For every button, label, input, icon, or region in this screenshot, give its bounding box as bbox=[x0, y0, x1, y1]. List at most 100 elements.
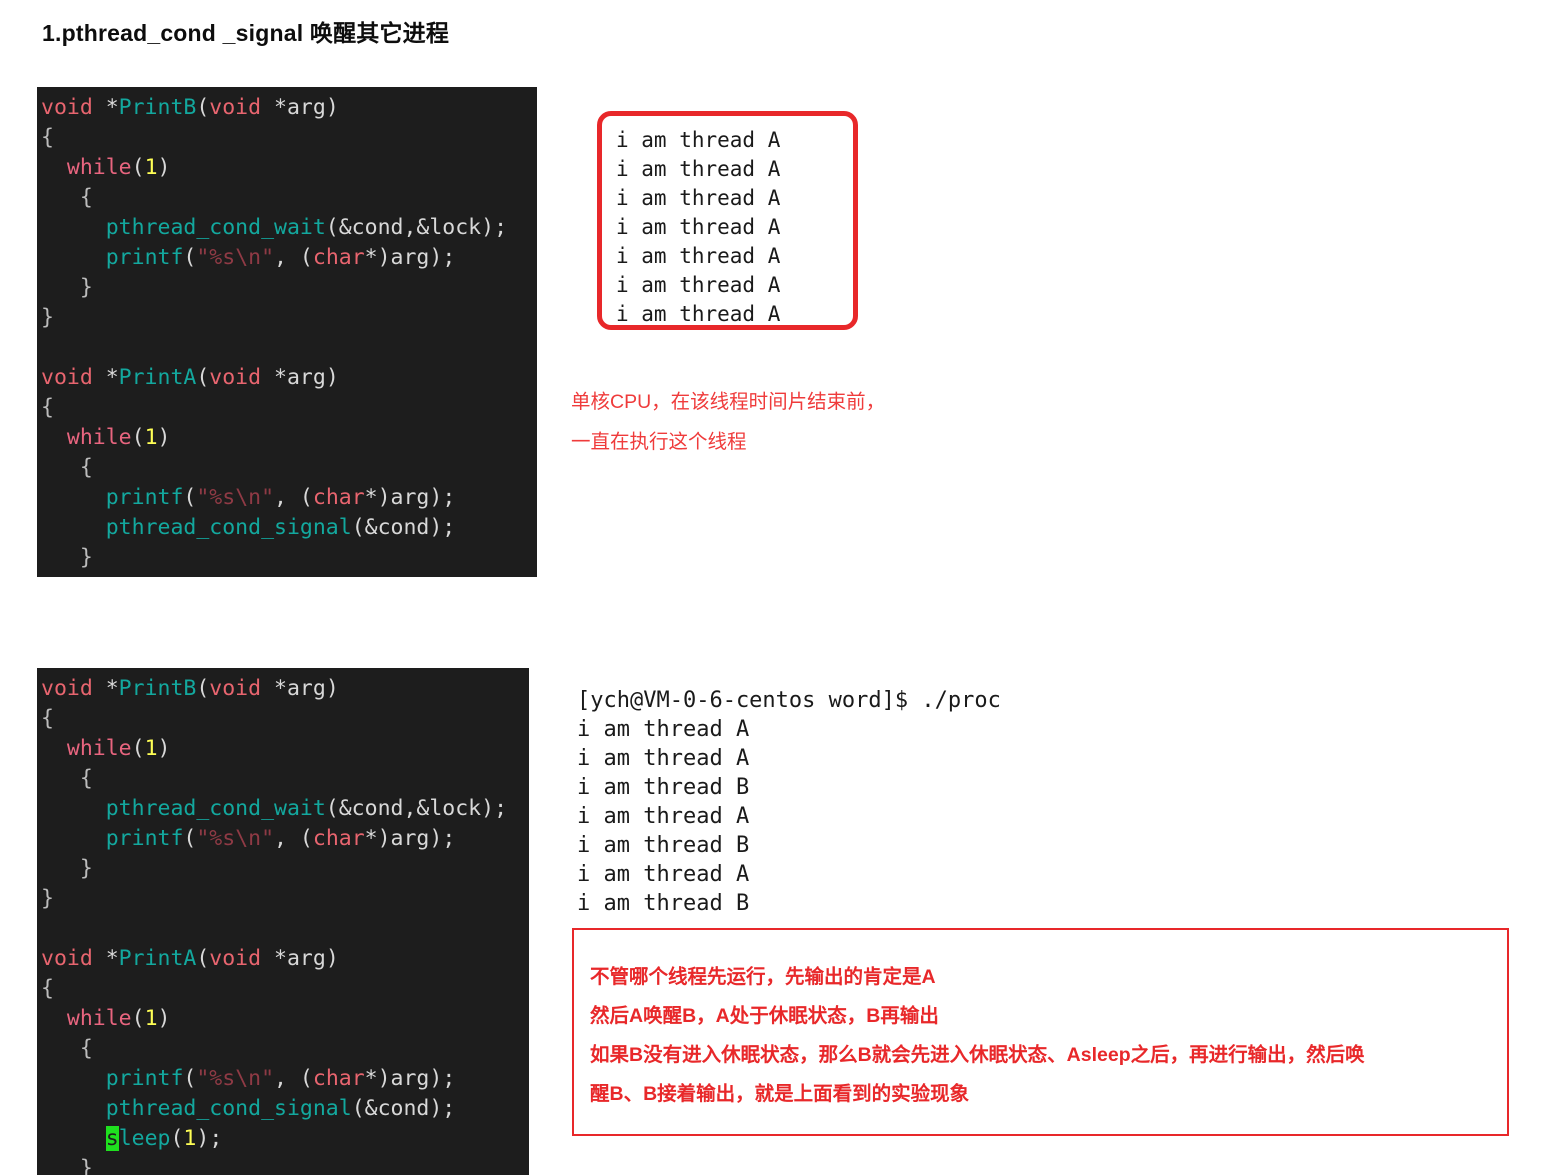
code-line[interactable]: } bbox=[37, 1154, 529, 1175]
code-token: , ( bbox=[274, 1066, 313, 1091]
code-line[interactable]: while(1) bbox=[37, 1004, 529, 1034]
code-token: * bbox=[92, 676, 119, 701]
code-token: "%s\n" bbox=[196, 1066, 275, 1091]
code-token: } bbox=[41, 575, 54, 577]
code-token: ) bbox=[157, 1006, 171, 1031]
code-token: } bbox=[79, 275, 93, 300]
terminal-prompt-line: [ych@VM-0-6-centos word]$ ./proc bbox=[577, 688, 1001, 713]
output-line: i am thread A bbox=[616, 186, 781, 210]
code-line[interactable]: while(1) bbox=[37, 153, 537, 183]
code-line[interactable]: pthread_cond_signal(&cond); bbox=[37, 513, 537, 543]
code-line[interactable]: void *PrintB(void *arg) bbox=[37, 93, 537, 123]
code-line[interactable]: { bbox=[37, 183, 537, 213]
code-line[interactable]: { bbox=[37, 393, 537, 423]
code-line[interactable]: printf("%s\n", (char*)arg); bbox=[37, 243, 537, 273]
code-line[interactable]: } bbox=[37, 573, 537, 577]
terminal-line: i am thread B bbox=[577, 775, 750, 800]
code-line[interactable]: sleep(1); bbox=[37, 1124, 529, 1154]
code-token: *) bbox=[364, 1066, 391, 1091]
code-token: ) bbox=[325, 365, 339, 390]
code-token: printf bbox=[105, 1066, 184, 1091]
code-line[interactable]: pthread_cond_wait(&cond,&lock); bbox=[37, 213, 537, 243]
code-token: ); bbox=[429, 485, 456, 510]
terminal-line: i am thread A bbox=[577, 862, 750, 887]
annotation-line: 如果B没有进入休眠状态，那么B就会先进入休眠状态、Asleep之后，再进行输出，… bbox=[590, 1044, 1365, 1066]
code-line[interactable]: } bbox=[37, 273, 537, 303]
code-line[interactable]: void *PrintA(void *arg) bbox=[37, 363, 537, 393]
code-token: * bbox=[261, 676, 287, 701]
code-token: PrintB bbox=[118, 95, 197, 120]
output-lines-top: i am thread A i am thread A i am thread A i… bbox=[602, 116, 853, 325]
code-token: { bbox=[79, 766, 93, 791]
code-token: pthread_cond_wait bbox=[105, 796, 326, 821]
output-line: i am thread A bbox=[616, 157, 781, 181]
code-line[interactable] bbox=[37, 914, 529, 944]
code-line[interactable]: printf("%s\n", (char*)arg); bbox=[37, 824, 529, 854]
code-token: char bbox=[312, 1066, 365, 1091]
annotation-note-bottom-inner: 不管哪个线程先运行，先输出的肯定是A 然后A唤醒B，A处于休眠状态，B再输出 如果B… bbox=[574, 930, 1507, 1114]
code-token: printf bbox=[105, 245, 184, 270]
code-token: ( bbox=[131, 155, 145, 180]
code-line[interactable] bbox=[37, 333, 537, 363]
code-token: ); bbox=[429, 245, 456, 270]
code-token: ) bbox=[325, 95, 339, 120]
code-line[interactable]: void *PrintB(void *arg) bbox=[37, 674, 529, 704]
code-token: (&cond); bbox=[351, 1096, 456, 1121]
code-line[interactable]: { bbox=[37, 764, 529, 794]
code-token: } bbox=[79, 856, 93, 881]
output-line: i am thread A bbox=[616, 128, 781, 152]
code-token: { bbox=[79, 185, 93, 210]
code-token: { bbox=[41, 395, 54, 420]
code-line[interactable]: } bbox=[37, 884, 529, 914]
code-token: while bbox=[66, 1006, 132, 1031]
code-line[interactable]: while(1) bbox=[37, 734, 529, 764]
code-line[interactable]: printf("%s\n", (char*)arg); bbox=[37, 1064, 529, 1094]
code-token: void bbox=[41, 95, 93, 120]
terminal-output-lines: i am thread A i am thread A i am thread B i… bbox=[577, 715, 1097, 918]
code-editor-block-bottom[interactable]: void *PrintB(void *arg){ while(1) { pthr… bbox=[37, 668, 529, 1175]
code-token: void bbox=[209, 95, 262, 120]
code-editor-block-top[interactable]: void *PrintB(void *arg){ while(1) { pthr… bbox=[37, 87, 537, 577]
code-token: ( bbox=[183, 245, 197, 270]
code-token: ) bbox=[157, 736, 171, 761]
code-line[interactable]: { bbox=[37, 1034, 529, 1064]
code-line[interactable]: printf("%s\n", (char*)arg); bbox=[37, 483, 537, 513]
code-token: while bbox=[66, 155, 132, 180]
code-line[interactable]: pthread_cond_signal(&cond); bbox=[37, 1094, 529, 1124]
code-line[interactable]: } bbox=[37, 854, 529, 884]
code-token: ( bbox=[183, 485, 197, 510]
terminal-line: i am thread A bbox=[577, 717, 750, 742]
code-token: ( bbox=[196, 676, 210, 701]
code-token: ); bbox=[429, 826, 456, 851]
code-token: *) bbox=[364, 245, 391, 270]
output-line: i am thread A bbox=[616, 215, 781, 239]
code-line[interactable]: pthread_cond_wait(&cond,&lock); bbox=[37, 794, 529, 824]
code-token: } bbox=[41, 305, 54, 330]
code-token: 1 bbox=[144, 155, 158, 180]
code-line[interactable]: { bbox=[37, 974, 529, 1004]
code-line[interactable]: void *PrintA(void *arg) bbox=[37, 944, 529, 974]
code-line[interactable]: } bbox=[37, 543, 537, 573]
code-line[interactable]: { bbox=[37, 123, 537, 153]
code-line[interactable]: { bbox=[37, 704, 529, 734]
code-line[interactable]: } bbox=[37, 303, 537, 333]
code-line[interactable]: while(1) bbox=[37, 423, 537, 453]
annotation-note-box-bottom: 不管哪个线程先运行，先输出的肯定是A 然后A唤醒B，A处于休眠状态，B再输出 如果B… bbox=[572, 928, 1509, 1136]
code-token: arg bbox=[286, 676, 326, 701]
code-line[interactable]: { bbox=[37, 453, 537, 483]
code-token: arg bbox=[390, 485, 430, 510]
code-token: PrintA bbox=[118, 946, 197, 971]
code-token: char bbox=[312, 826, 365, 851]
code-token: arg bbox=[286, 95, 326, 120]
code-token: *) bbox=[364, 826, 391, 851]
terminal-output-bottom: [ych@VM-0-6-centos word]$ ./proc i am th… bbox=[577, 686, 1097, 918]
code-token: ( bbox=[131, 425, 145, 450]
editor-cursor: s bbox=[105, 1126, 119, 1151]
